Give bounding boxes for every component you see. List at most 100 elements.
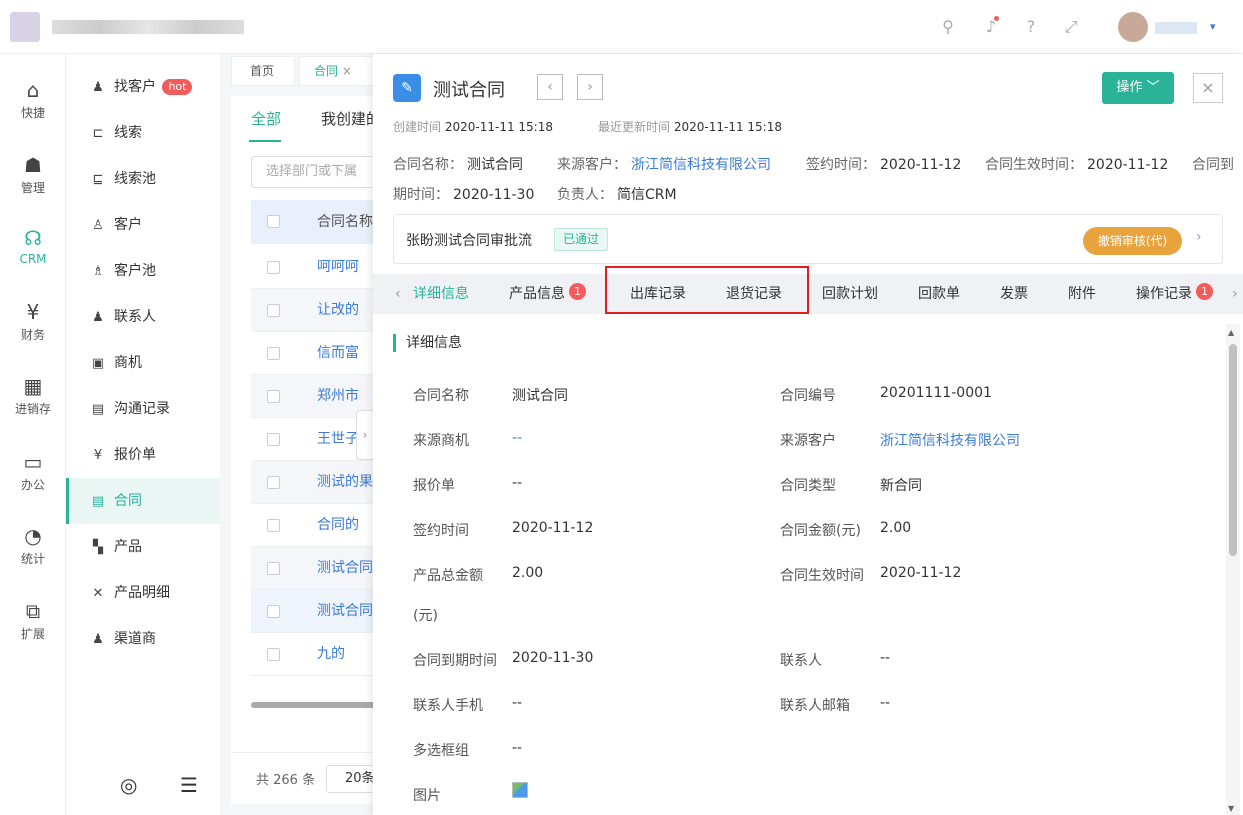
department-filter[interactable]: 选择部门或下属: [251, 156, 391, 188]
app-logo[interactable]: [10, 12, 40, 42]
home-icon: ⌂: [26, 78, 40, 102]
contract-link[interactable]: 王世子: [317, 418, 359, 461]
row-checkbox[interactable]: [267, 605, 280, 618]
close-icon[interactable]: ×: [1193, 73, 1223, 103]
rail-item-inventory[interactable]: ▦ 进销存: [0, 374, 66, 417]
search-icon[interactable]: ⚲: [938, 17, 958, 37]
scroll-down-icon[interactable]: ▼: [1228, 804, 1234, 813]
table-row[interactable]: 测试合同: [251, 547, 391, 590]
contract-link[interactable]: 测试的果: [317, 461, 373, 504]
menu-item-customers[interactable]: ♙ 客户: [66, 202, 220, 248]
settings-icon[interactable]: ◎: [120, 773, 137, 797]
tab-invoices[interactable]: 发票: [1000, 274, 1028, 314]
contract-link[interactable]: 信而富: [317, 332, 359, 375]
menu-item-communications[interactable]: ▤ 沟通记录: [66, 386, 220, 432]
rail-item-manage[interactable]: ☗ 管理: [0, 153, 66, 196]
close-icon[interactable]: ×: [342, 64, 352, 78]
contract-link[interactable]: 呵呵呵: [317, 246, 359, 289]
menu-label: 产品: [114, 539, 142, 555]
row-checkbox[interactable]: [267, 476, 280, 489]
menu-item-product-detail[interactable]: ✕ 产品明细: [66, 570, 220, 616]
row-checkbox[interactable]: [267, 562, 280, 575]
menu-item-contacts[interactable]: ♟ 联系人: [66, 294, 220, 340]
row-checkbox[interactable]: [267, 304, 280, 317]
chevron-left-icon[interactable]: ‹: [395, 274, 401, 314]
menu-item-leads[interactable]: ⊏ 线索: [66, 110, 220, 156]
image-icon[interactable]: [512, 782, 528, 798]
actions-button[interactable]: 操作 ﹀: [1102, 72, 1174, 104]
rail-item-crm[interactable]: ☊ CRM: [0, 226, 66, 266]
chevron-right-icon[interactable]: ›: [356, 410, 374, 460]
row-checkbox[interactable]: [267, 347, 280, 360]
menu-item-customer-pool[interactable]: ♗ 客户池: [66, 248, 220, 294]
contract-link[interactable]: 测试合同: [317, 590, 373, 633]
user-name-blurred[interactable]: [1155, 22, 1197, 34]
tab-attachments[interactable]: 附件: [1068, 274, 1096, 314]
approval-title: 张盼测试合同审批流: [406, 233, 532, 249]
help-icon[interactable]: ?: [1021, 17, 1041, 37]
tab-product-info[interactable]: 产品信息 1: [509, 274, 586, 314]
menu-label: 客户: [114, 217, 142, 233]
vertical-scrollbar[interactable]: ▲ ▼: [1226, 324, 1240, 815]
contract-link[interactable]: 郑州市: [317, 375, 359, 418]
customer-link[interactable]: 浙江简信科技有限公司: [880, 430, 1020, 450]
row-checkbox[interactable]: [267, 433, 280, 446]
tab-payment-receipts[interactable]: 回款单: [918, 274, 960, 314]
table-row[interactable]: 让改的: [251, 289, 391, 332]
rail-item-stats[interactable]: ◔ 统计: [0, 524, 66, 567]
menu-item-find-customer[interactable]: ♟ 找客户 hot: [66, 64, 220, 110]
chevron-down-icon[interactable]: ▾: [1210, 20, 1216, 33]
customer-link[interactable]: 浙江简信科技有限公司: [631, 157, 771, 173]
select-all-checkbox[interactable]: [267, 215, 280, 228]
contract-link[interactable]: 九的: [317, 633, 345, 676]
menu-item-products[interactable]: ▚ 产品: [66, 524, 220, 570]
field-value[interactable]: --: [512, 430, 522, 446]
total-count: 共 266 条: [256, 773, 316, 788]
horizontal-scrollbar[interactable]: [251, 702, 391, 708]
menu-item-opportunities[interactable]: ▣ 商机: [66, 340, 220, 386]
page-size-select[interactable]: 20条: [326, 765, 376, 793]
tab-payment-plan[interactable]: 回款计划: [822, 274, 878, 314]
tab-operation-log[interactable]: 操作记录 1: [1136, 274, 1213, 314]
tab-home[interactable]: 首页: [231, 56, 295, 86]
bell-icon[interactable]: ♪: [981, 16, 1001, 37]
collapse-menu-icon[interactable]: ☰: [180, 773, 198, 797]
communication-icon: ▤: [91, 402, 105, 417]
menu-item-lead-pool[interactable]: ⊑ 线索池: [66, 156, 220, 202]
table-row[interactable]: 测试合同: [251, 590, 391, 633]
table-row[interactable]: 九的: [251, 633, 391, 676]
list-tab-mine[interactable]: 我创建的: [321, 108, 381, 129]
contract-link[interactable]: 测试合同: [317, 547, 373, 590]
rail-item-quick[interactable]: ⌂ 快捷: [0, 78, 66, 121]
scrollbar-thumb[interactable]: [1229, 344, 1237, 556]
fullscreen-icon[interactable]: ⤢: [1061, 17, 1081, 37]
field-label: 合同生效时间: [780, 568, 864, 584]
row-checkbox[interactable]: [267, 519, 280, 532]
table-row[interactable]: 合同的: [251, 504, 391, 547]
revoke-approval-button[interactable]: 撤销审核(代): [1083, 227, 1182, 255]
table-row[interactable]: 呵呵呵: [251, 246, 391, 289]
menu-item-quotes[interactable]: ¥ 报价单: [66, 432, 220, 478]
table-row[interactable]: 测试的果: [251, 461, 391, 504]
rail-item-finance[interactable]: ¥ 财务: [0, 300, 66, 343]
next-record-button[interactable]: ›: [577, 74, 603, 100]
chevron-right-icon[interactable]: ›: [1232, 274, 1238, 314]
list-tab-all[interactable]: 全部: [251, 108, 281, 129]
chevron-right-icon[interactable]: ›: [1196, 229, 1202, 245]
rail-item-office[interactable]: ▭ 办公: [0, 450, 66, 493]
table-row[interactable]: 信而富: [251, 332, 391, 375]
tab-detail-info[interactable]: 详细信息: [413, 274, 469, 314]
row-checkbox[interactable]: [267, 390, 280, 403]
rail-item-extend[interactable]: ⧉ 扩展: [0, 599, 66, 642]
scroll-up-icon[interactable]: ▲: [1228, 328, 1234, 337]
menu-item-channels[interactable]: ♟ 渠道商: [66, 616, 220, 662]
contract-link[interactable]: 合同的: [317, 504, 359, 547]
menu-item-contracts[interactable]: ▤ 合同: [66, 478, 220, 524]
row-checkbox[interactable]: [267, 261, 280, 274]
avatar[interactable]: [1118, 12, 1148, 42]
prev-record-button[interactable]: ‹: [537, 74, 563, 100]
approval-flow-bar: 张盼测试合同审批流 已通过 撤销审核(代) ›: [393, 214, 1223, 264]
row-checkbox[interactable]: [267, 648, 280, 661]
contract-link[interactable]: 让改的: [317, 289, 359, 332]
tab-contracts[interactable]: 合同 ×: [299, 56, 381, 86]
